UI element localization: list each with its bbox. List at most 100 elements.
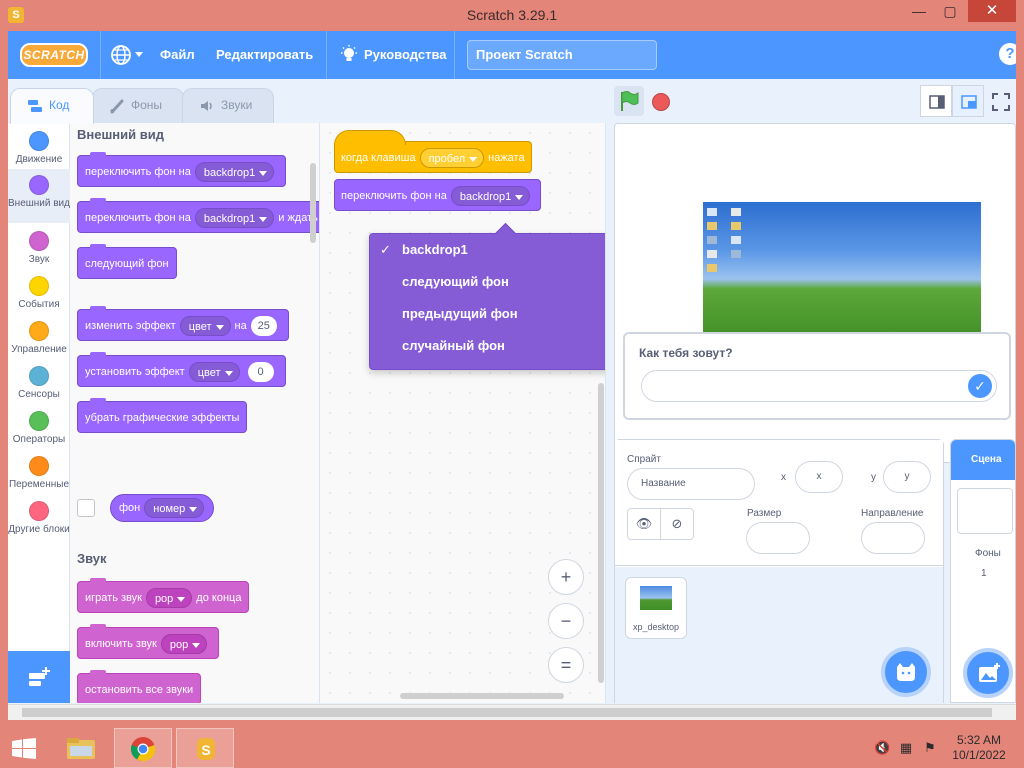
zoom-out-button[interactable]: − xyxy=(548,603,584,639)
backdrop-number-reporter[interactable]: фон номер xyxy=(110,494,215,522)
fullscreen-button[interactable] xyxy=(986,85,1016,117)
ask-answer-input[interactable]: ✓ xyxy=(641,370,997,402)
language-caret-icon[interactable] xyxy=(135,52,143,57)
palette-scrollbar[interactable] xyxy=(310,163,316,243)
tab-sounds[interactable]: Звуки xyxy=(182,88,274,123)
scratch-logo[interactable]: SCRATCH xyxy=(20,43,88,67)
dropdown-option[interactable]: случайный фон xyxy=(370,330,605,362)
show-sprite-button[interactable]: 👁 xyxy=(627,508,661,540)
backdrop-dropdown[interactable]: backdrop1 xyxy=(450,186,531,207)
x-input[interactable]: x xyxy=(795,461,843,493)
edit-menu[interactable]: Редактировать xyxy=(216,31,313,79)
zoom-in-button[interactable]: + xyxy=(548,559,584,595)
add-backdrop-button[interactable] xyxy=(963,648,1013,698)
backdrop-attribute-dropdown[interactable]: номер xyxy=(144,498,205,519)
script-area-scrollbar-v[interactable] xyxy=(598,383,604,683)
help-icon[interactable]: ? xyxy=(999,43,1016,65)
code-blocks-icon xyxy=(28,100,42,112)
switch-backdrop-wait-block[interactable]: переключить фон на backdrop1 и ждать xyxy=(77,198,319,233)
maximize-button[interactable]: ▢ xyxy=(936,0,964,22)
switch-backdrop-block[interactable]: переключить фон на backdrop1 xyxy=(77,152,287,187)
add-sprite-button[interactable] xyxy=(881,647,931,697)
backdrop-dropdown[interactable]: backdrop1 xyxy=(194,208,275,229)
tab-code[interactable]: Код xyxy=(10,88,94,124)
effect-amount-input[interactable]: 25 xyxy=(250,316,277,337)
dropdown-option-label: backdrop1 xyxy=(402,242,468,257)
category-variables[interactable]: Переменные xyxy=(8,456,70,490)
category-my-blocks[interactable]: Другие блоки xyxy=(8,501,70,535)
y-input[interactable]: y xyxy=(883,461,931,493)
taskbar-chrome[interactable] xyxy=(114,728,172,768)
effect-dropdown[interactable]: цвет xyxy=(179,316,231,337)
when-key-pressed-block[interactable]: когда клавиша пробел нажата xyxy=(334,130,532,173)
taskbar-scratch[interactable]: S xyxy=(176,728,234,768)
category-events[interactable]: События xyxy=(8,276,70,310)
category-motion[interactable]: Движение xyxy=(8,131,70,165)
start-sound-block[interactable]: включить звук pop xyxy=(77,624,220,659)
stop-all-sounds-block[interactable]: остановить все звуки xyxy=(77,670,202,703)
sprite-tile[interactable]: xp_desktop xyxy=(625,577,687,639)
change-effect-block[interactable]: изменить эффект цвет на 25 xyxy=(77,306,289,341)
category-dot-icon xyxy=(29,366,49,386)
script-area-scrollbar-h[interactable] xyxy=(400,693,564,699)
taskbar-clock[interactable]: 5:32 AM 10/1/2022 xyxy=(946,733,1012,763)
eye-icon: 👁 xyxy=(635,516,653,531)
language-globe-icon[interactable] xyxy=(110,44,132,66)
effect-value-input[interactable]: 0 xyxy=(247,362,274,383)
zoom-reset-button[interactable]: = xyxy=(548,647,584,683)
category-looks[interactable]: Внешний вид xyxy=(8,169,70,223)
taskbar-file-explorer[interactable] xyxy=(52,728,110,768)
play-sound-until-done-block[interactable]: играть звук pop до конца xyxy=(77,578,250,613)
sound-dropdown[interactable]: pop xyxy=(145,588,193,609)
backdrop-dropdown[interactable]: backdrop1 xyxy=(194,162,275,183)
image-add-icon xyxy=(979,663,1000,682)
action-center-flag-icon[interactable]: ⚑ xyxy=(922,740,938,756)
close-button[interactable]: ✕ xyxy=(968,0,1016,22)
clear-effects-block[interactable]: убрать графические эффекты xyxy=(77,398,248,433)
direction-input[interactable] xyxy=(861,522,925,554)
minimize-button[interactable]: — xyxy=(905,0,933,22)
next-backdrop-block[interactable]: следующий фон xyxy=(77,244,177,279)
category-control[interactable]: Управление xyxy=(8,321,70,355)
backdrop-reporter-checkbox[interactable] xyxy=(77,499,95,517)
desktop-icons xyxy=(731,208,745,288)
category-dot-icon xyxy=(29,456,49,476)
volume-muted-icon[interactable]: 🔇 xyxy=(874,740,890,756)
dropdown-option[interactable]: предыдущий фон xyxy=(370,298,605,330)
script-area[interactable]: когда клавиша пробел нажата переключить фо… xyxy=(320,123,606,703)
add-extension-button[interactable] xyxy=(8,651,70,703)
tutorials-menu[interactable]: Руководства xyxy=(364,31,447,79)
hide-sprite-button[interactable]: ⊘ xyxy=(660,508,694,540)
effect-dropdown[interactable]: цвет xyxy=(188,362,240,383)
sprite-name-input[interactable]: Название xyxy=(627,468,755,500)
window-title: Scratch 3.29.1 xyxy=(466,7,558,23)
category-sound[interactable]: Звук xyxy=(8,231,70,265)
stage-target-pane[interactable]: Сцена Фоны 1 xyxy=(950,439,1016,703)
ask-submit-check-icon[interactable]: ✓ xyxy=(968,374,992,398)
key-dropdown[interactable]: пробел xyxy=(419,148,485,169)
block-text: переключить фон на xyxy=(85,212,191,224)
category-sensing[interactable]: Сенсоры xyxy=(8,366,70,400)
switch-backdrop-script-block[interactable]: переключить фон на backdrop1 xyxy=(334,179,542,211)
network-icon[interactable]: ▦ xyxy=(898,740,914,756)
tab-costumes[interactable]: Фоны xyxy=(92,88,184,123)
file-menu[interactable]: Файл xyxy=(160,31,195,79)
green-flag-button[interactable] xyxy=(614,86,644,116)
start-button[interactable] xyxy=(0,728,58,768)
size-input[interactable] xyxy=(746,522,810,554)
window-horizontal-scrollbar[interactable] xyxy=(8,704,1016,720)
stage[interactable]: Как тебя зовут? ✓ xyxy=(614,123,1016,463)
y-label: y xyxy=(871,472,876,483)
set-effect-block[interactable]: установить эффект цвет 0 xyxy=(77,352,286,387)
normal-stage-button[interactable] xyxy=(952,85,984,117)
dropdown-option[interactable]: ✓ backdrop1 xyxy=(370,234,605,266)
windows-start-icon xyxy=(12,738,36,759)
stop-button[interactable] xyxy=(652,93,670,111)
project-title-input[interactable]: Проект Scratch xyxy=(467,40,657,70)
small-stage-button[interactable] xyxy=(920,85,952,117)
category-operators[interactable]: Операторы xyxy=(8,411,70,445)
desktop-icons xyxy=(707,208,721,308)
dropdown-option[interactable]: следующий фон xyxy=(370,266,605,298)
sound-dropdown[interactable]: pop xyxy=(160,634,208,655)
scrollbar-thumb[interactable] xyxy=(22,708,992,717)
